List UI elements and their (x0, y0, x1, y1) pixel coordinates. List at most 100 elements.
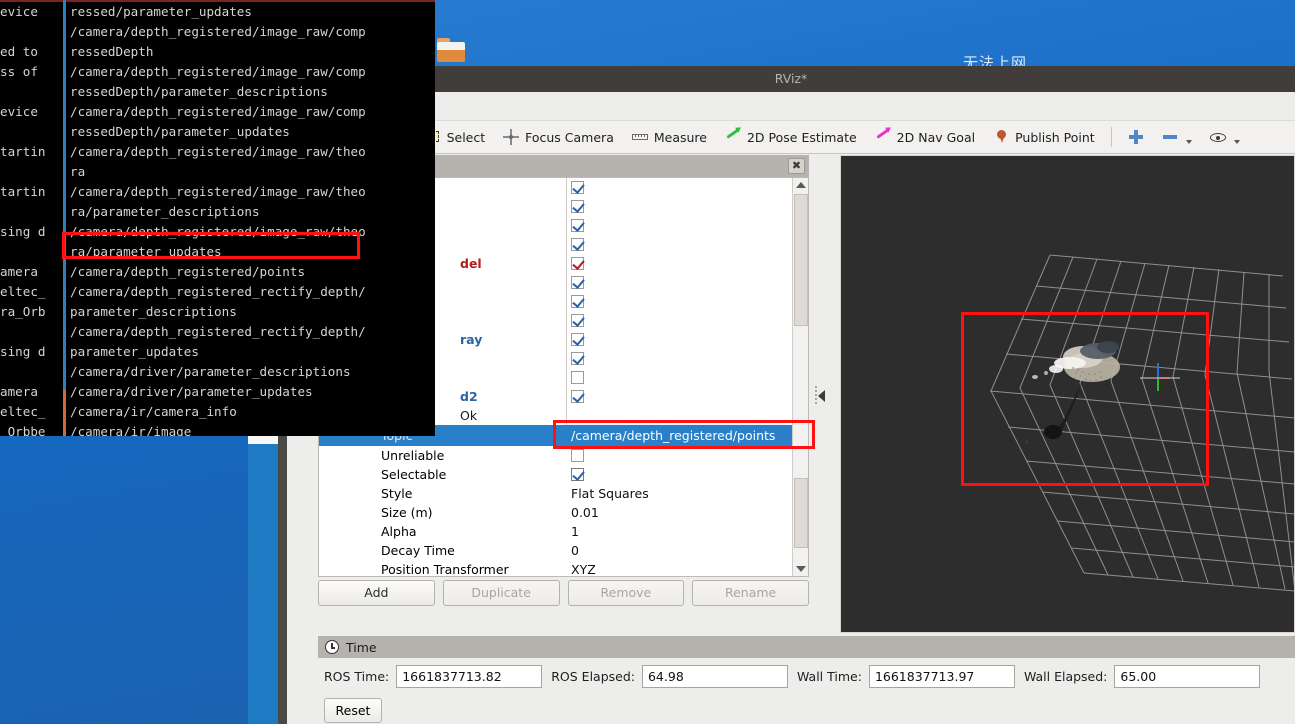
terminal-window[interactable]: evice ed to ss of evice tartin tartin sing d am… (0, 0, 435, 436)
collapse-left-icon[interactable] (818, 390, 825, 402)
display-enabled-checkbox[interactable] (571, 314, 584, 327)
rename-button[interactable]: Rename (692, 580, 809, 606)
panel-splitter-handle[interactable] (813, 386, 827, 426)
display-enabled-checkbox[interactable] (571, 200, 584, 213)
tool-publish-point[interactable]: Publish Point (984, 123, 1104, 151)
rviz-toolbar[interactable]: Move Camera Select Focus Camera Measure (287, 120, 1295, 154)
tool-select-label: Select (446, 129, 486, 145)
terminal-topic-line: /camera/depth_registered/image_raw/comp (70, 104, 366, 119)
display-enabled-checkbox[interactable] (571, 181, 584, 194)
terminal-topic-line: /camera/depth_registered_rectify_depth/ (70, 284, 366, 299)
focus-camera-icon (503, 129, 520, 145)
property-label-style: Style (381, 486, 413, 501)
tool-add-panel[interactable] (1119, 123, 1153, 151)
display-enabled-checkbox[interactable] (571, 390, 584, 403)
ros-elapsed-input[interactable] (641, 665, 788, 688)
property-row-alpha[interactable]: Alpha 1 (319, 522, 794, 541)
splitter-dots (815, 386, 817, 404)
render-view-border (840, 155, 1295, 633)
terminal-topic-line: ressedDepth (70, 44, 154, 59)
ros-time-field: ROS Time: (324, 665, 543, 688)
tool-remove-panel[interactable] (1153, 123, 1201, 151)
terminal-left-line: evice (0, 4, 38, 19)
property-value-alpha[interactable]: 1 (571, 524, 579, 539)
terminal-topic-line: /camera/depth_registered/image_raw/comp (70, 64, 366, 79)
terminal-topic-line: /camera/driver/parameter_descriptions (70, 364, 351, 379)
scrollbar-thumb[interactable] (794, 194, 808, 326)
scroll-up-icon[interactable] (796, 182, 806, 188)
display-enabled-checkbox[interactable] (571, 238, 584, 251)
terminal-left-column: evice ed to ss of evice tartin tartin sing d am… (0, 0, 62, 436)
measure-ruler-icon (631, 129, 648, 145)
property-value-topic[interactable]: /camera/depth_registered/points (571, 428, 775, 443)
property-value-decay-time[interactable]: 0 (571, 543, 579, 558)
property-row-selectable[interactable]: Selectable (319, 465, 794, 484)
terminal-topic-line: parameter_descriptions (70, 304, 237, 319)
desktop-folder-icon[interactable] (437, 38, 465, 62)
property-row-size[interactable]: Size (m) 0.01 (319, 503, 794, 522)
add-button[interactable]: Add (318, 580, 435, 606)
displays-scrollbar[interactable] (792, 178, 808, 576)
scroll-down-icon[interactable] (796, 566, 806, 572)
time-panel-body: ROS Time: ROS Elapsed: Wall Time: Wall E… (318, 658, 1295, 724)
property-row-position-transformer[interactable]: Position Transformer XYZ (319, 560, 794, 576)
terminal-left-line: ra_Orb (0, 304, 46, 319)
display-enabled-checkbox[interactable] (571, 295, 584, 308)
displays-button-row[interactable]: Add Duplicate Remove Rename (318, 580, 809, 608)
terminal-topic-line: /camera/depth_registered/image_raw/comp (70, 24, 366, 39)
scrollbar-thumb-lower[interactable] (794, 478, 808, 548)
tool-2d-nav-goal[interactable]: 2D Nav Goal (866, 123, 984, 151)
ros-time-label: ROS Time: (324, 669, 390, 684)
ros-time-input[interactable] (396, 665, 543, 688)
display-enabled-checkbox-error[interactable] (571, 257, 584, 270)
tool-visibility[interactable] (1201, 123, 1249, 151)
tool-measure[interactable]: Measure (623, 123, 716, 151)
tool-2d-nav-goal-label: 2D Nav Goal (896, 129, 976, 145)
rviz-menubar[interactable]: Help (287, 92, 1295, 120)
display-enabled-checkbox[interactable] (571, 333, 584, 346)
property-row-style[interactable]: Style Flat Squares (319, 484, 794, 503)
rviz-window: RViz* Help Move Camera Select Focus Came… (287, 66, 1295, 724)
display-enabled-checkbox[interactable] (571, 276, 584, 289)
chevron-down-icon[interactable] (1185, 140, 1192, 144)
tool-measure-label: Measure (653, 129, 707, 145)
terminal-topic-line: /camera/depth_registered/image_raw/theo (70, 144, 366, 159)
terminal-topic-line: /camera/ir/image (70, 424, 192, 436)
ros-elapsed-field: ROS Elapsed: (551, 665, 788, 688)
terminal-left-line: tartin (0, 184, 46, 199)
tool-focus-camera[interactable]: Focus Camera (494, 123, 623, 151)
property-value-position-transformer[interactable]: XYZ (571, 562, 596, 576)
close-icon[interactable]: ✖ (788, 158, 805, 174)
property-row-unreliable[interactable]: Unreliable (319, 446, 794, 465)
terminal-topic-line: ressedDepth/parameter_updates (70, 124, 290, 139)
tool-2d-pose-estimate-label: 2D Pose Estimate (746, 129, 857, 145)
clock-icon (325, 640, 339, 654)
remove-button[interactable]: Remove (567, 580, 685, 606)
terminal-left-line: sing d (0, 224, 46, 239)
property-row-decay-time[interactable]: Decay Time 0 (319, 541, 794, 560)
property-value-style[interactable]: Flat Squares (571, 486, 649, 501)
tool-2d-pose-estimate[interactable]: 2D Pose Estimate (716, 123, 866, 151)
property-checkbox-unreliable[interactable] (571, 449, 584, 462)
terminal-orange-marker (63, 390, 66, 436)
duplicate-button[interactable]: Duplicate (442, 580, 560, 606)
terminal-left-line (0, 22, 62, 42)
wall-time-input[interactable] (868, 665, 1015, 688)
terminal-left-line: eltec_ (0, 404, 46, 419)
toolbar-separator (1110, 127, 1112, 147)
terminal-left-line: evice (0, 104, 38, 119)
ros-elapsed-label: ROS Elapsed: (551, 669, 635, 684)
display-enabled-checkbox[interactable] (571, 352, 584, 365)
wall-elapsed-input[interactable] (1114, 665, 1261, 688)
display-enabled-checkbox-off[interactable] (571, 371, 584, 384)
display-label-partial-2: ray (460, 332, 483, 347)
display-enabled-checkbox[interactable] (571, 219, 584, 232)
property-value-size[interactable]: 0.01 (571, 505, 599, 520)
property-checkbox-selectable[interactable] (571, 468, 584, 481)
terminal-topic-line: parameter_updates (70, 344, 199, 359)
reset-button[interactable]: Reset (324, 698, 382, 723)
map-pin-icon (993, 129, 1009, 145)
terminal-left-line: tartin (0, 144, 46, 159)
chevron-down-icon-2[interactable] (1233, 140, 1240, 144)
render-view-3d[interactable] (840, 155, 1295, 633)
